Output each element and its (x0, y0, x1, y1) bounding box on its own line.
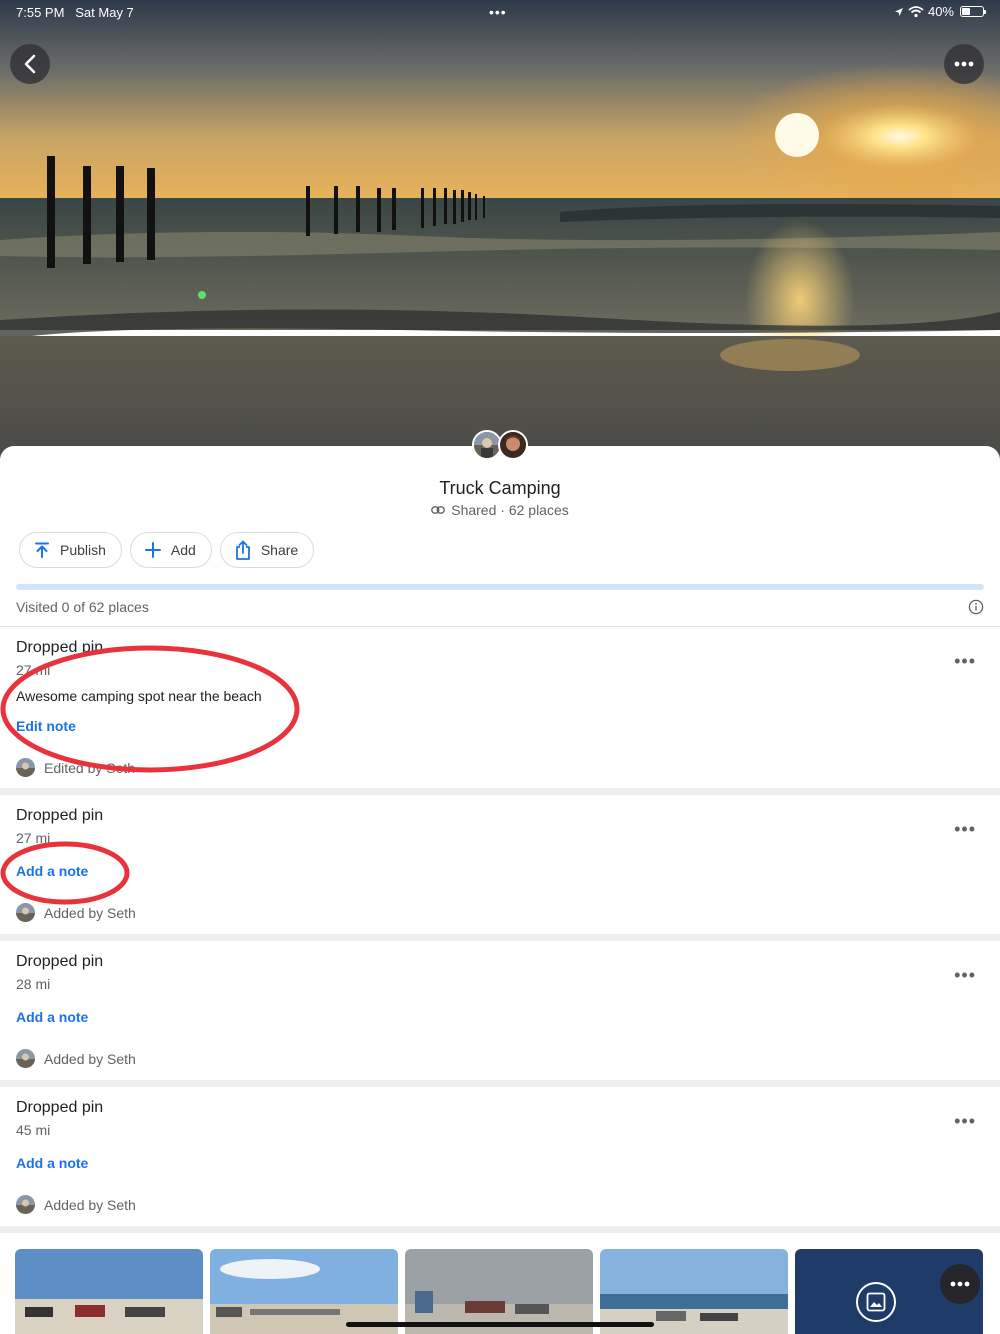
photos-more-button[interactable] (940, 1264, 980, 1304)
action-bar: Publish Add Share (19, 532, 315, 568)
avatar (16, 903, 35, 922)
status-right: 40% (894, 4, 986, 19)
avatar (16, 758, 35, 777)
chevron-left-icon (24, 54, 36, 74)
list-meta-text: Shared · 62 places (451, 502, 569, 518)
attribution-text: Added by Seth (44, 1196, 136, 1213)
place-more-button[interactable]: ••• (954, 819, 976, 840)
place-note: Awesome camping spot near the beach (16, 688, 262, 704)
collaborator-avatars[interactable] (472, 430, 532, 462)
list-item[interactable]: Dropped pin 28 mi Add a note Added by Se… (0, 941, 1000, 1080)
home-indicator[interactable] (346, 1322, 654, 1327)
attribution-text: Added by Seth (44, 1050, 136, 1067)
share-label: Share (260, 542, 299, 558)
photo-gallery-icon (866, 1292, 886, 1312)
plus-icon (144, 542, 161, 558)
location-arrow-icon (894, 7, 903, 16)
place-name: Dropped pin (16, 807, 104, 824)
place-attribution: Edited by Seth (16, 758, 135, 777)
attribution-text: Added by Seth (44, 904, 136, 921)
section-separator (0, 1226, 1000, 1233)
add-label: Add (170, 542, 196, 558)
place-distance: 27 mi (16, 830, 51, 846)
list-meta: Shared · 62 places (0, 502, 1000, 518)
place-more-button[interactable]: ••• (954, 1111, 976, 1132)
back-button[interactable] (10, 44, 50, 84)
photo-thumbnail[interactable] (15, 1249, 203, 1334)
add-note-link[interactable]: Add a note (16, 1009, 88, 1025)
place-attribution: Added by Seth (16, 1195, 136, 1214)
battery-percent: 40% (927, 4, 954, 19)
avatar (498, 430, 528, 460)
info-icon[interactable] (968, 599, 984, 615)
section-separator (0, 934, 1000, 941)
wifi-icon (908, 5, 924, 17)
share-icon (235, 540, 250, 560)
add-note-link[interactable]: Add a note (16, 863, 88, 879)
add-button[interactable]: Add (129, 532, 212, 568)
publish-icon (35, 542, 49, 558)
link-icon (431, 506, 446, 514)
avatar (16, 1049, 35, 1068)
list-item[interactable]: Dropped pin 27 mi Add a note Added by Se… (0, 795, 1000, 934)
beach-sunset-image (0, 0, 1000, 460)
multitasking-dots-icon[interactable]: ••• (489, 4, 507, 20)
visited-progress-bar (16, 584, 984, 590)
place-attribution: Added by Seth (16, 903, 136, 922)
share-button[interactable]: Share (219, 532, 315, 568)
publish-button[interactable]: Publish (19, 532, 122, 568)
attribution-text: Edited by Seth (44, 759, 136, 776)
battery-icon (960, 6, 986, 17)
place-distance: 45 mi (16, 1122, 51, 1138)
place-more-button[interactable]: ••• (954, 965, 976, 986)
place-attribution: Added by Seth (16, 1049, 136, 1068)
status-bar: 7:55 PM Sat May 7 ••• 40% (0, 0, 1000, 24)
place-more-button[interactable]: ••• (954, 651, 976, 672)
list-sheet: Truck Camping Shared · 62 places Publish… (0, 430, 1000, 1334)
list-item[interactable]: Dropped pin 27 mi Awesome camping spot n… (0, 627, 1000, 788)
hero-photo: 7:55 PM Sat May 7 ••• 40% (0, 0, 1000, 460)
edit-note-link[interactable]: Edit note (16, 718, 76, 734)
add-note-link[interactable]: Add a note (16, 1155, 88, 1171)
section-separator (0, 1080, 1000, 1087)
status-time: 7:55 PM Sat May 7 (16, 5, 134, 20)
publish-label: Publish (60, 542, 106, 558)
list-title: Truck Camping (439, 478, 561, 498)
place-distance: 28 mi (16, 976, 51, 992)
visited-count: Visited 0 of 62 places (16, 599, 149, 615)
section-separator (0, 788, 1000, 795)
more-horizontal-icon (954, 61, 974, 67)
gallery-button[interactable] (856, 1282, 896, 1322)
place-distance: 27 mi (16, 662, 51, 678)
place-name: Dropped pin (16, 953, 104, 970)
list-item[interactable]: Dropped pin 45 mi Add a note Added by Se… (0, 1087, 1000, 1226)
avatar (16, 1195, 35, 1214)
more-options-button[interactable] (944, 44, 984, 84)
more-horizontal-icon (950, 1281, 970, 1287)
place-name: Dropped pin (16, 639, 104, 656)
place-name: Dropped pin (16, 1099, 104, 1116)
